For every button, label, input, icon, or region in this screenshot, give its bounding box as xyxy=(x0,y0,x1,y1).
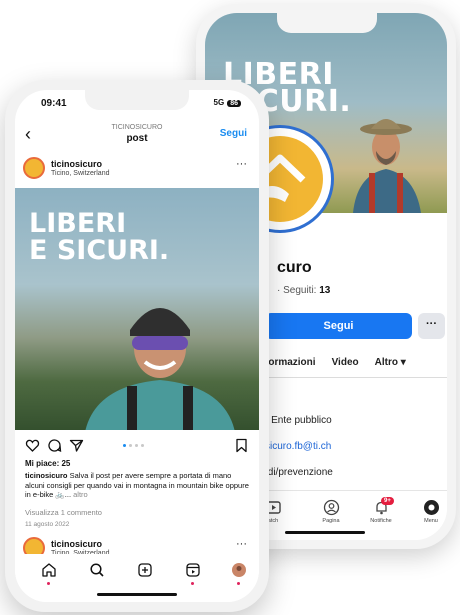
instagram-phone: 09:41 5G 86 ‹ TICINOSICURO post Segui tic… xyxy=(5,80,269,612)
notification-badge: 9+ xyxy=(381,497,394,505)
instagram-screen: 09:41 5G 86 ‹ TICINOSICURO post Segui tic… xyxy=(15,90,259,602)
following-number: 13 xyxy=(319,285,331,296)
battery-icon: 86 xyxy=(227,100,241,107)
add-post-icon[interactable] xyxy=(137,562,153,578)
post-caption: ticinosicuro Salva il post per avere sem… xyxy=(25,471,253,500)
nav-page[interactable]: Pagina xyxy=(311,499,351,524)
phone-notch xyxy=(85,90,189,110)
status-time: 09:41 xyxy=(41,98,67,109)
tab-more[interactable]: Altro ▾ xyxy=(375,357,406,368)
page-name: curo xyxy=(277,259,312,276)
hiker-photo xyxy=(353,119,421,213)
profile-avatar-icon[interactable] xyxy=(231,562,247,578)
post-location[interactable]: Ticino, Switzerland xyxy=(51,170,110,177)
nav-notifications-label: Notifiche xyxy=(370,518,392,524)
active-indicator xyxy=(47,582,50,585)
carousel-dot xyxy=(135,444,138,447)
follow-button[interactable]: Segui xyxy=(265,313,412,339)
likes-count[interactable]: Mi piace: 25 xyxy=(25,459,70,468)
view-comments-link[interactable]: Visualizza 1 commento xyxy=(25,508,102,517)
following-count: · Seguiti: 13 xyxy=(277,285,330,296)
page-website-link[interactable]: /di/prevenzione xyxy=(265,467,333,478)
nav-menu-label: Menu xyxy=(424,518,438,524)
phone-notch xyxy=(277,13,377,33)
nav-page-label: Pagina xyxy=(322,518,340,524)
post-author[interactable]: ticinosicuro Ticino, Switzerland ··· xyxy=(15,154,259,184)
tab-information[interactable]: formazioni xyxy=(265,357,316,368)
post-username[interactable]: ticinosicuro xyxy=(51,539,102,549)
caption-more-link[interactable]: altro xyxy=(73,490,88,499)
more-options-icon[interactable]: ··· xyxy=(236,538,247,550)
more-options-button[interactable]: ··· xyxy=(418,313,445,339)
activity-indicator xyxy=(191,582,194,585)
nav-notifications[interactable]: 9+ Notifiche xyxy=(361,497,401,524)
cyclist-photo xyxy=(85,308,235,430)
follow-link[interactable]: Segui xyxy=(220,128,247,139)
page-email-link[interactable]: sicuro.fb@ti.ch xyxy=(265,441,331,452)
page-tabs: formazioni Video Altro ▾ xyxy=(265,357,447,368)
status-indicators: 5G 86 xyxy=(214,98,241,107)
post-actions xyxy=(15,434,259,456)
page-category: · Ente pubblico xyxy=(265,415,332,426)
profile-indicator xyxy=(237,582,240,585)
carousel-dot xyxy=(123,444,126,447)
home-icon[interactable] xyxy=(41,562,57,578)
heart-icon[interactable] xyxy=(25,438,40,453)
search-icon[interactable] xyxy=(89,562,105,578)
more-options-icon[interactable]: ··· xyxy=(236,158,247,170)
menu-avatar-icon xyxy=(423,500,439,515)
home-indicator xyxy=(97,593,177,596)
tab-video[interactable]: Video xyxy=(332,357,359,368)
caption-username[interactable]: ticinosicuro xyxy=(25,471,68,480)
share-icon[interactable] xyxy=(69,438,84,453)
mockup-stage: LIBERI SICURI. curo · Seguiti: 13 Segui … xyxy=(0,0,460,615)
carousel-indicator xyxy=(123,444,144,447)
reels-icon[interactable] xyxy=(185,562,201,578)
post-header-bar: ‹ TICINOSICURO post Segui xyxy=(15,122,259,152)
bookmark-icon[interactable] xyxy=(234,438,249,453)
following-label: · Seguiti: xyxy=(277,285,320,296)
image-title: LIBERI E SICURI. xyxy=(29,208,170,266)
comment-icon[interactable] xyxy=(47,438,62,453)
nav-watch-label: atch xyxy=(267,518,279,524)
post-date: 11 agosto 2022 xyxy=(25,521,70,528)
home-indicator xyxy=(285,531,365,534)
carousel-dot xyxy=(129,444,132,447)
nav-menu[interactable]: Menu xyxy=(411,499,447,524)
profile-icon xyxy=(323,499,339,516)
carousel-dot xyxy=(141,444,144,447)
post-image[interactable]: LIBERI E SICURI. xyxy=(15,188,259,430)
network-label: 5G xyxy=(213,98,225,107)
instagram-bottom-nav xyxy=(15,554,259,602)
avatar[interactable] xyxy=(23,157,45,179)
post-username[interactable]: ticinosicuro xyxy=(51,159,102,169)
